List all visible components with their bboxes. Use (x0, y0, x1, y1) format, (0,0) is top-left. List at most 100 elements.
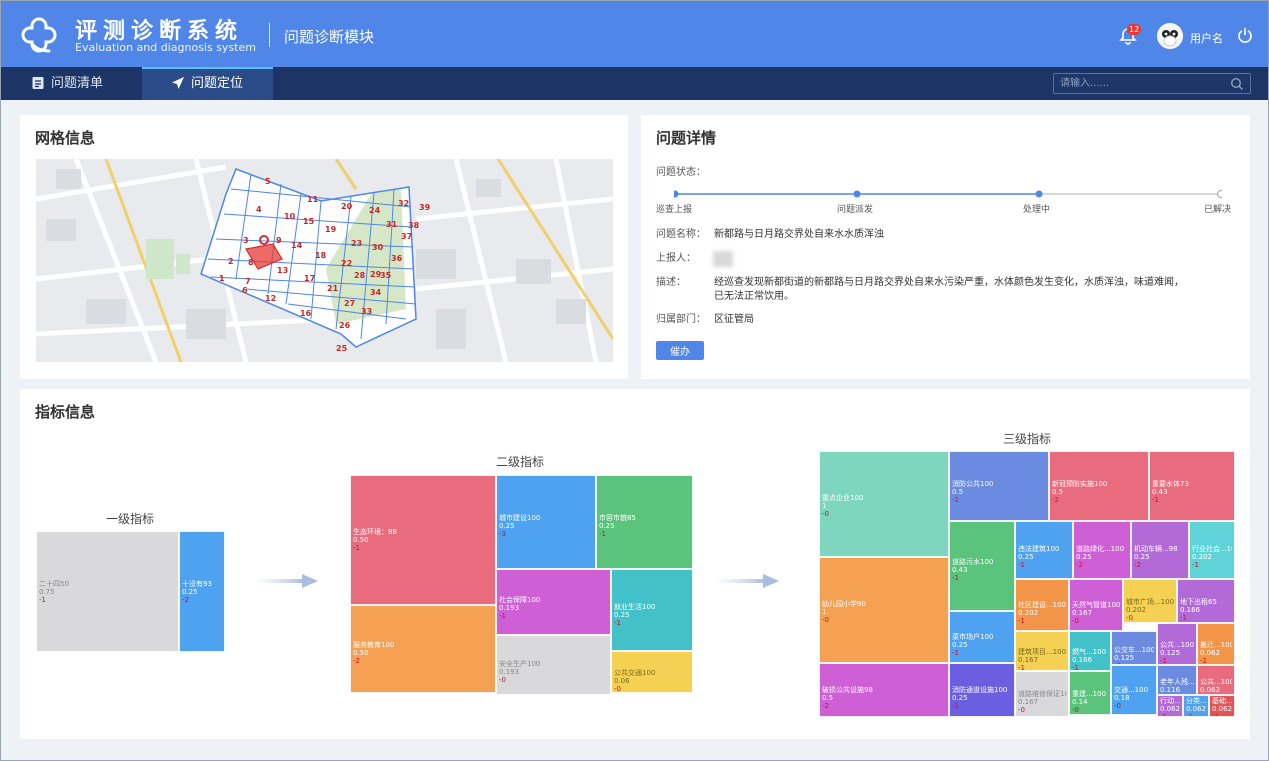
grid-cell-25[interactable]: 25 (336, 344, 347, 353)
level3-tile[interactable]: 地下出租65 0.166 -1 (1177, 579, 1235, 623)
grid-cell-18[interactable]: 18 (315, 251, 326, 260)
level3-tile[interactable]: 重点企业100 1 -0 (819, 451, 949, 557)
level3-tile[interactable]: 破损公共设施98 0.5 -2 (819, 663, 949, 717)
search-icon[interactable] (1230, 77, 1244, 91)
grid-cell-17[interactable]: 17 (304, 274, 315, 283)
tile-weight: 0.43 (1152, 488, 1168, 496)
level3-tile[interactable]: 建筑项目...100 0.167 -1 (1015, 631, 1069, 671)
grid-cell-5[interactable]: 5 (265, 177, 271, 186)
level3-tile[interactable]: 天然气管道100 0.167 -0 (1069, 579, 1123, 631)
level3-tile[interactable]: 幼儿园小学90 1 -0 (819, 557, 949, 663)
tile-name: 地下出租65 (1180, 598, 1217, 606)
tab-problem-locate[interactable]: 问题定位 (171, 67, 271, 100)
level3-tile[interactable]: 行业社会...1000.202-1 (1189, 521, 1235, 579)
grid-cell-8[interactable]: 8 (248, 258, 254, 267)
level3-tile[interactable]: 重要水体73 0.43 -1 (1149, 451, 1235, 521)
level3-tile[interactable]: 搬迁...100 0.062 -1 (1197, 623, 1235, 665)
level2-tile[interactable]: 就业生活100 0.25 -1 (611, 569, 693, 651)
level3-tile[interactable]: 机动车辆...98 0.25 -2 (1131, 521, 1189, 579)
level3-tile[interactable]: 燃气...100 0.166 -1 (1069, 631, 1111, 671)
level3-tile[interactable]: 消防通道设施100 0.25 -1 (949, 663, 1015, 717)
level3-tile[interactable]: 新冠预防实施100 0.5 -2 (1049, 451, 1149, 521)
level2-tile[interactable]: 安全生产100 0.193 -0 (496, 635, 611, 695)
level3-tile[interactable]: 公共...1000.062-0 (1197, 665, 1235, 695)
level1-tile[interactable]: 十没有93 0.25 -2 (179, 531, 225, 652)
grid-cell-13[interactable]: 13 (277, 266, 288, 275)
level2-tile[interactable]: 城市建设100 0.25 -3 (496, 475, 596, 569)
grid-cell-31[interactable]: 31 (386, 220, 397, 229)
level2-tile[interactable]: 社会保障100 0.193 -1 (496, 569, 611, 635)
grid-cell-30[interactable]: 30 (372, 243, 383, 252)
grid-cell-23[interactable]: 23 (351, 239, 362, 248)
grid-cell-16[interactable]: 16 (300, 309, 311, 318)
grid-cell-1[interactable]: 1 (219, 274, 225, 283)
grid-cell-24[interactable]: 24 (369, 206, 380, 215)
level3-tile[interactable]: 道路污水100 0.43 -1 (949, 521, 1015, 611)
level3-tile[interactable]: 老年人残...1000.116-1 (1157, 665, 1197, 695)
grid-cell-2[interactable]: 2 (228, 257, 234, 266)
level3-tile[interactable]: 违法建筑100 0.25 -1 (1015, 521, 1073, 579)
step-resolved: 已解决 (1204, 205, 1232, 215)
level1-tile[interactable]: 二十四50 0.75 -1 (36, 531, 179, 652)
grid-cell-27[interactable]: 27 (344, 299, 355, 308)
level3-tile[interactable]: 城市广场...100 0.202 -0 (1123, 579, 1177, 623)
grid-cell-37[interactable]: 37 (401, 232, 412, 241)
avatar[interactable] (1157, 23, 1183, 49)
grid-cell-6[interactable]: 6 (242, 286, 248, 295)
grid-cell-12[interactable]: 12 (265, 294, 276, 303)
level3-tile[interactable]: 道路绿化...100 0.25 -2 (1073, 521, 1131, 579)
grid-cell-9[interactable]: 9 (276, 236, 282, 245)
app-window: 评测诊断系统 Evaluation and diagnosis system 问… (0, 0, 1269, 761)
level3-tile[interactable]: 公共...100 0.125 -1 (1157, 623, 1197, 665)
grid-cell-38[interactable]: 38 (408, 221, 419, 230)
grid-cell-36[interactable]: 36 (391, 254, 402, 263)
level2-tile[interactable]: 公共交通100 0.06 -0 (611, 651, 693, 693)
grid-cell-4[interactable]: 4 (256, 205, 262, 214)
grid-cell-33[interactable]: 33 (361, 307, 372, 316)
level2-tile[interactable]: 生态环境：88 0.50 -1 (350, 475, 496, 605)
level3-tile[interactable]: 菜市场户100 0.25 -1 (949, 611, 1015, 663)
level3-tile[interactable]: 消防公共100 0.5 -1 (949, 451, 1049, 521)
grid-cell-3[interactable]: 3 (243, 236, 249, 245)
level3-tile[interactable]: 社区建设...100 0.202 -1 (1015, 579, 1069, 631)
tab-problem-list[interactable]: 问题清单 (31, 67, 141, 100)
username[interactable]: 用户名 (1190, 30, 1223, 46)
grid-cell-26[interactable]: 26 (339, 321, 350, 330)
level3-tile[interactable]: 道路维修保证1000.167-0 (1015, 671, 1069, 717)
logo-icon (21, 17, 57, 53)
grid-map[interactable]: 5 11 20 24 32 39 4 10 15 19 31 38 37 3 9 14 18 23 30 2 8 13 22… (36, 159, 613, 362)
grid-cell-21[interactable]: 21 (327, 284, 338, 293)
level3-tile[interactable]: 公交车...1000.125-0 (1111, 631, 1157, 665)
tile-name: 菜市场户100 (952, 633, 994, 641)
tile-deduction: -1 (1018, 664, 1025, 671)
grid-cell-35[interactable]: 35 (380, 271, 391, 280)
tile-deduction: -0 (1018, 706, 1025, 714)
level3-tile[interactable]: 基础...1000.062-1 (1209, 695, 1235, 717)
grid-cell-7[interactable]: 7 (245, 277, 251, 286)
search-input[interactable] (1060, 76, 1220, 91)
grid-cell-39[interactable]: 39 (419, 203, 430, 212)
level3-tile[interactable]: 交通...100 0.18 -0 (1111, 665, 1157, 715)
grid-cell-28[interactable]: 28 (354, 271, 365, 280)
level3-tile[interactable]: 分类...900.062-1 (1183, 695, 1209, 717)
power-icon[interactable] (1237, 27, 1253, 43)
grid-cell-15[interactable]: 15 (303, 217, 314, 226)
grid-cell-10[interactable]: 10 (284, 212, 295, 221)
urge-button[interactable]: 催办 (656, 341, 704, 360)
tile-weight: 0.25 (614, 611, 630, 619)
level2-tile[interactable]: 市容市貌85 0.25 -1 (596, 475, 693, 569)
tile-deduction: -1 (952, 649, 959, 657)
level2-tile[interactable]: 服务教育100 0.50 -2 (350, 605, 496, 693)
grid-cell-19[interactable]: 19 (325, 225, 336, 234)
status-label: 问题状态： (656, 167, 706, 178)
level3-tile[interactable]: 行动...1000.062-1 (1157, 695, 1183, 717)
level3-tile[interactable]: 重建...100 0.14 -0 (1069, 671, 1111, 715)
grid-cell-11[interactable]: 11 (307, 195, 318, 204)
grid-cell-22[interactable]: 22 (341, 259, 352, 268)
grid-cell-34[interactable]: 34 (370, 288, 381, 297)
tile-deduction: -2 (182, 596, 189, 604)
grid-cell-32[interactable]: 32 (398, 199, 409, 208)
grid-cell-20[interactable]: 20 (341, 202, 352, 211)
grid-cell-14[interactable]: 14 (291, 241, 302, 250)
tile-name: 公共...100 (1200, 678, 1232, 686)
